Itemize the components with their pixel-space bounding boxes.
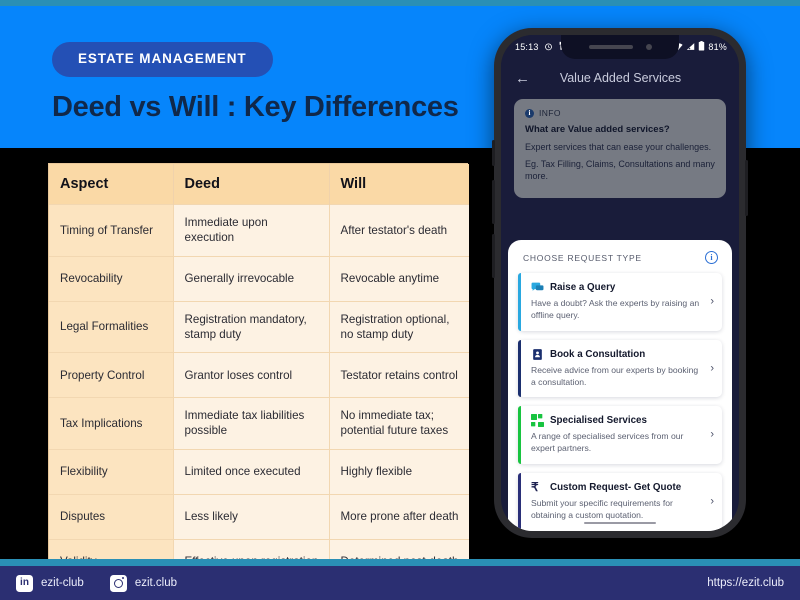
cell-deed: Grantor loses control: [173, 352, 330, 398]
instagram-icon: [109, 574, 127, 592]
phone-volume-down-button: [492, 234, 495, 278]
info-card: i INFO What are Value added services? Ex…: [514, 99, 726, 199]
option-description: Submit your specific requirements for ob…: [531, 498, 673, 521]
grid-squares-icon: [531, 414, 544, 428]
cell-will: Revocable anytime: [329, 255, 469, 302]
status-bar-time: 15:13: [515, 42, 539, 52]
cell-aspect: Property Control: [49, 352, 174, 398]
instagram-handle[interactable]: ezit.club: [109, 574, 178, 592]
cell-aspect: Tax Implications: [49, 397, 174, 450]
phone-power-button: [745, 160, 748, 216]
accent-bar: [518, 473, 521, 531]
phone-volume-up-button: [492, 180, 495, 224]
cell-will: Highly flexible: [329, 448, 469, 495]
option-specialised-services[interactable]: Specialised Services A range of speciali…: [518, 406, 722, 465]
accent-bar: [518, 406, 521, 465]
table-header-row: Aspect Deed Will: [49, 164, 469, 205]
cell-aspect: Disputes: [49, 493, 174, 540]
chevron-right-icon: ›: [710, 362, 714, 375]
cell-aspect: Timing of Transfer: [49, 204, 174, 257]
linkedin-label: ezit-club: [41, 577, 84, 589]
cell-deed: Immediate upon execution: [173, 204, 330, 257]
table-row: Legal Formalities Registration mandatory…: [49, 300, 469, 353]
cell-will: Registration optional, no stamp duty: [329, 300, 469, 353]
cell-deed: Less likely: [173, 493, 330, 540]
info-circle-icon[interactable]: i: [705, 251, 718, 264]
option-description: A range of specialised services from our…: [531, 431, 684, 454]
cell-aspect: Revocability: [49, 255, 174, 302]
footer-bar: in ezit-club ezit.club https://ezit.club: [0, 566, 800, 600]
battery-icon: [698, 41, 705, 53]
cell-aspect: Flexibility: [49, 448, 174, 495]
table-row: Tax Implications Immediate tax liabiliti…: [49, 397, 469, 450]
footer-accent-strip: [0, 559, 800, 566]
chat-bubble-icon: [531, 281, 544, 294]
cell-deed: Limited once executed: [173, 448, 330, 495]
cell-will: More prone after death: [329, 493, 469, 540]
accent-bar: [518, 273, 521, 331]
table-row: Property Control Grantor loses control T…: [49, 352, 469, 398]
chevron-right-icon: ›: [710, 495, 714, 508]
page-title: Deed vs Will : Key Differences: [52, 91, 459, 123]
home-indicator[interactable]: [584, 521, 656, 524]
sheet-title: CHOOSE REQUEST TYPE: [523, 252, 642, 263]
column-header-deed: Deed: [173, 164, 330, 205]
sheet-header: CHOOSE REQUEST TYPE i: [518, 251, 722, 264]
app-header: ← Value Added Services: [501, 59, 739, 97]
rupee-icon: ₹: [531, 480, 539, 495]
option-description: Receive advice from our experts by booki…: [531, 364, 699, 387]
document-person-icon: [531, 348, 544, 361]
table-row: Flexibility Limited once executed Highly…: [49, 448, 469, 495]
option-book-a-consultation[interactable]: Book a Consultation Receive advice from …: [518, 339, 722, 398]
website-url[interactable]: https://ezit.club: [707, 577, 784, 589]
linkedin-handle[interactable]: in ezit-club: [16, 574, 84, 592]
option-description: Have a doubt? Ask the experts by raising…: [531, 298, 700, 320]
cell-will: Testator retains control: [329, 352, 469, 398]
option-raise-a-query[interactable]: Raise a Query Have a doubt? Ask the expe…: [518, 273, 722, 331]
table-row: Timing of Transfer Immediate upon execut…: [49, 204, 469, 257]
accent-bar: [518, 339, 521, 398]
earpiece-speaker: [588, 45, 633, 49]
phone-mockup: 15:13 81% ← Value Added Services i INFO …: [492, 28, 748, 538]
chevron-right-icon: ›: [710, 295, 714, 308]
cell-deed: Immediate tax liabilities possible: [173, 397, 330, 450]
back-arrow-icon[interactable]: ←: [515, 71, 530, 86]
cell-will: After testator's death: [329, 204, 469, 257]
category-badge: ESTATE MANAGEMENT: [52, 42, 273, 77]
battery-percent-label: 81%: [708, 42, 727, 52]
front-camera: [645, 44, 652, 50]
alarm-icon: [544, 42, 553, 53]
option-title: Custom Request- Get Quote: [550, 482, 682, 494]
cell-will: No immediate tax; potential future taxes: [329, 397, 469, 450]
info-badge-label: INFO: [539, 108, 561, 118]
phone-screen: 15:13 81% ← Value Added Services i INFO …: [501, 35, 739, 531]
info-line-2: Eg. Tax Filling, Claims, Consultations a…: [525, 159, 715, 182]
linkedin-icon: in: [16, 574, 33, 592]
column-header-aspect: Aspect: [49, 164, 174, 205]
option-title: Raise a Query: [550, 282, 616, 293]
comparison-table: Aspect Deed Will Timing of Transfer Imme…: [48, 163, 469, 586]
cell-aspect: Legal Formalities: [49, 300, 174, 353]
signal-icon: [686, 42, 695, 53]
request-type-sheet: CHOOSE REQUEST TYPE i Raise a Query Have…: [508, 240, 732, 531]
slide-canvas: ESTATE MANAGEMENT Deed vs Will : Key Dif…: [0, 0, 800, 600]
table-row: Disputes Less likely More prone after de…: [49, 493, 469, 540]
phone-notch: [561, 35, 679, 59]
option-title: Book a Consultation: [550, 348, 646, 360]
cell-deed: Registration mandatory, stamp duty: [173, 300, 330, 353]
info-icon: i: [525, 108, 534, 118]
app-screen-title: Value Added Services: [559, 71, 682, 85]
chevron-right-icon: ›: [710, 428, 714, 441]
cell-deed: Generally irrevocable: [173, 255, 330, 302]
info-question: What are Value added services?: [525, 124, 670, 135]
status-bar: 15:13 81%: [501, 35, 739, 59]
info-line-1: Expert services that can ease your chall…: [525, 142, 712, 152]
instagram-label: ezit.club: [134, 577, 178, 589]
option-title: Specialised Services: [550, 415, 647, 427]
phone-side-button: [492, 140, 495, 166]
table-body: Timing of Transfer Immediate upon execut…: [49, 204, 469, 585]
table-row: Revocability Generally irrevocable Revoc…: [49, 255, 469, 302]
column-header-will: Will: [329, 164, 469, 205]
